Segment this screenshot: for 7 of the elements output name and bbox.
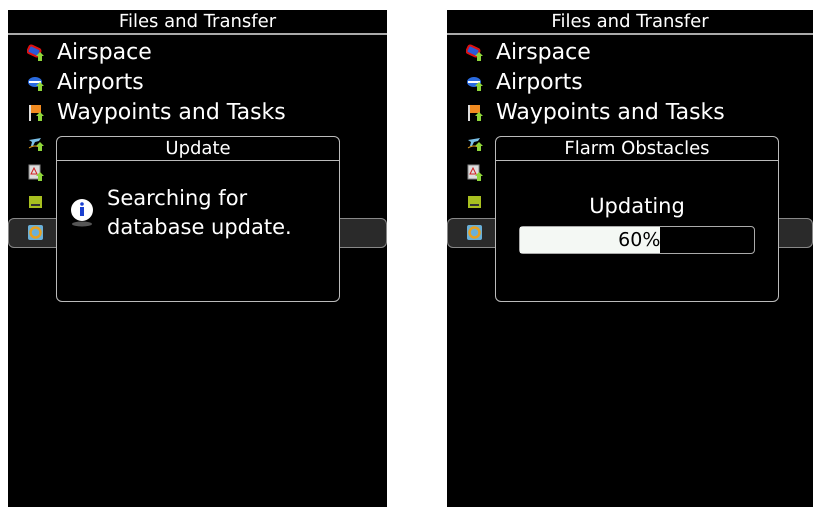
screen-title: Files and Transfer xyxy=(447,10,813,35)
dialog-message: Searching for database update. xyxy=(107,185,293,241)
dialog-title: Update xyxy=(57,137,339,161)
progress-reading: 60% xyxy=(618,230,660,250)
status-text: Updating xyxy=(589,193,685,219)
dialog-title: Flarm Obstacles xyxy=(496,137,778,161)
screen-title: Files and Transfer xyxy=(8,10,387,35)
